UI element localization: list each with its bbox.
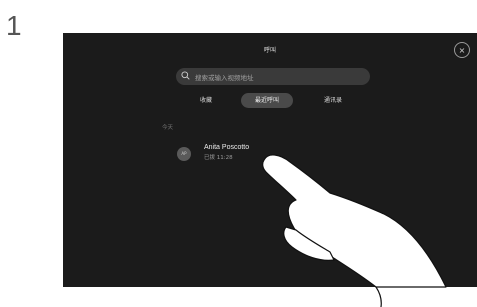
- hand-pointer-illustration: [262, 154, 447, 307]
